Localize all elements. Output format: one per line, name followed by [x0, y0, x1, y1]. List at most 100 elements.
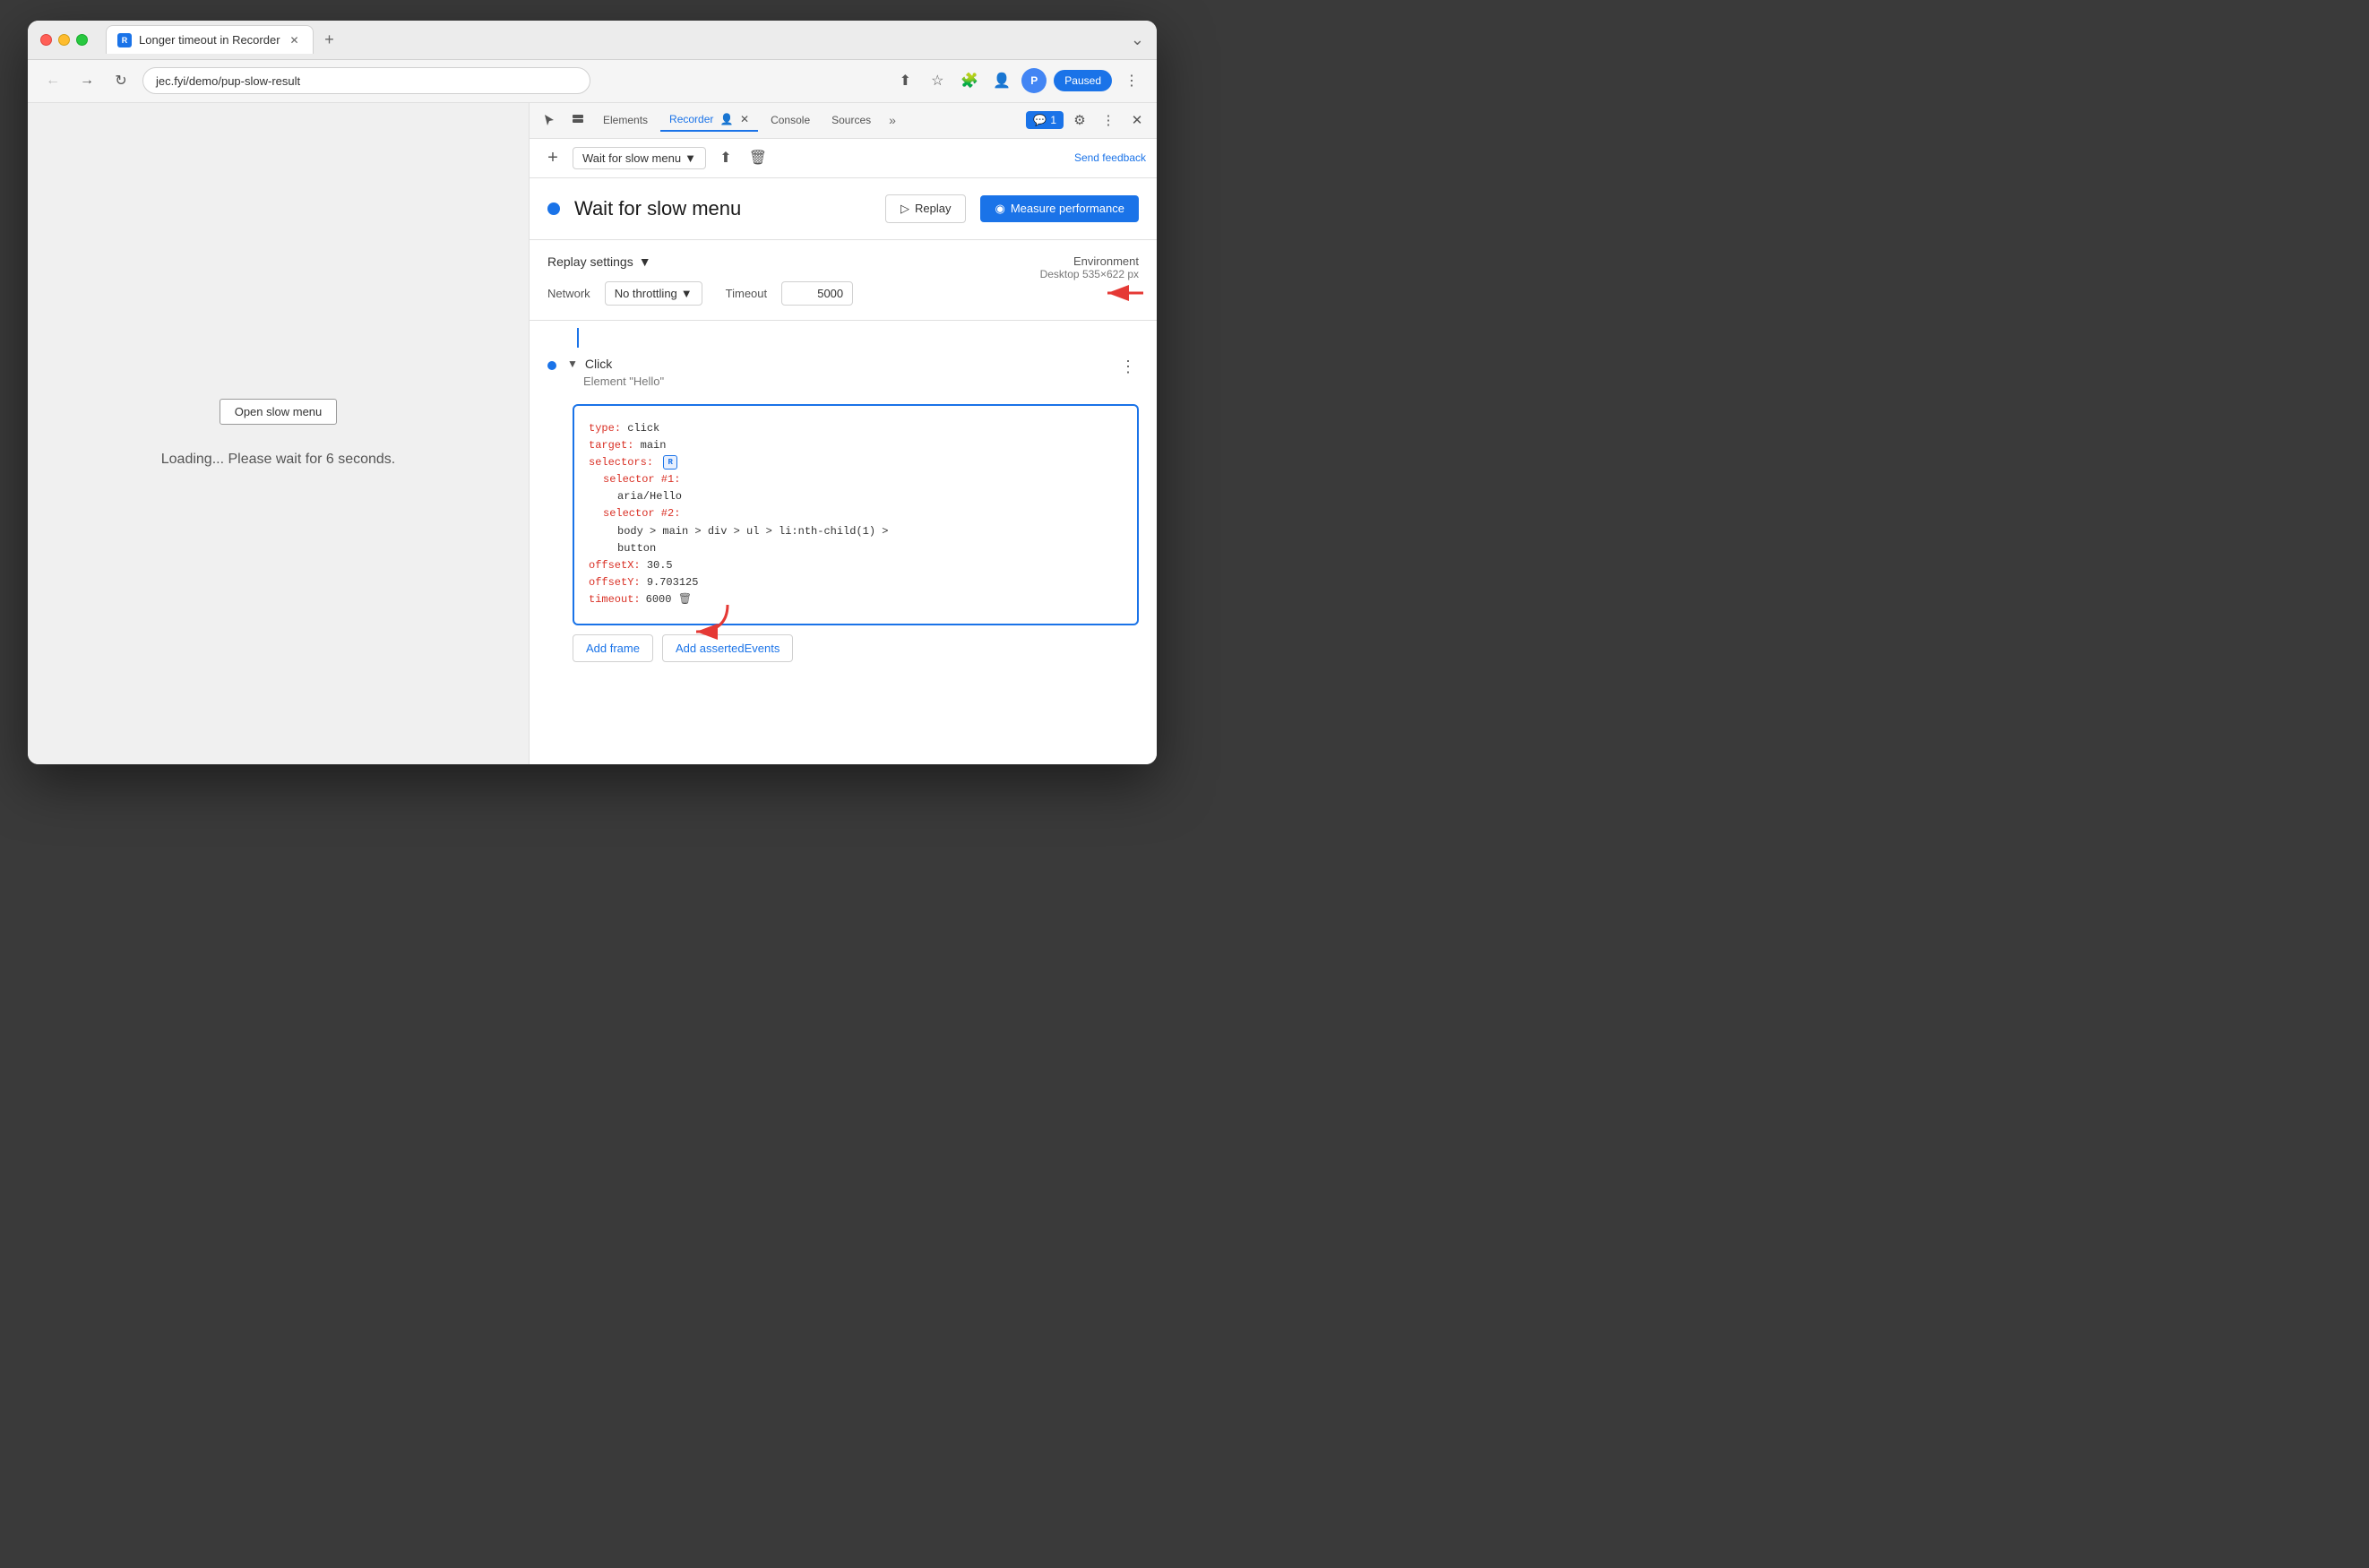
code-target-val: main	[641, 439, 667, 452]
network-chevron-icon: ▼	[681, 287, 693, 300]
layers-icon[interactable]	[565, 108, 590, 133]
recording-header: Wait for slow menu ▷ Replay ◉ Measure pe…	[530, 178, 1157, 240]
back-button[interactable]: ←	[40, 68, 65, 93]
code-selector2-key: selector #2:	[603, 507, 680, 520]
code-offsetx-key: offsetX:	[589, 559, 641, 572]
chevron-down-icon: ▼	[685, 151, 696, 165]
upload-icon[interactable]: ⬆	[713, 145, 738, 170]
window-chevron[interactable]: ⌄	[1131, 30, 1144, 49]
trash-icon[interactable]: 🗑	[745, 145, 771, 170]
code-block: type: click target: main selectors: R se…	[573, 404, 1139, 625]
devtools-tabs: Elements Recorder 👤 ✕ Console Sources » …	[530, 103, 1157, 139]
code-selector1-val: aria/Hello	[617, 490, 682, 503]
measure-performance-button[interactable]: ◉ Measure performance	[980, 195, 1139, 222]
step-content: ▼ Click Element "Hello"	[567, 357, 1107, 388]
code-offsetx-val: 30.5	[647, 559, 673, 572]
tab-console[interactable]: Console	[762, 109, 819, 131]
devtools-panel: Elements Recorder 👤 ✕ Console Sources » …	[530, 103, 1157, 764]
chat-badge[interactable]: 💬 1	[1026, 111, 1064, 129]
refresh-button[interactable]: ↻	[108, 68, 134, 93]
step-dot	[547, 361, 556, 370]
recording-title: Wait for slow menu	[574, 197, 871, 220]
address-icons: ⬆ ☆ 🧩 👤 P Paused ⋮	[892, 68, 1144, 93]
recording-indicator	[547, 202, 560, 215]
send-feedback-link[interactable]: Send feedback	[1074, 151, 1146, 164]
code-type-val: click	[627, 422, 659, 435]
title-bar: R Longer timeout in Recorder ✕ + ⌄	[28, 21, 1157, 60]
traffic-lights	[40, 34, 88, 46]
browser-more-button[interactable]: ⋮	[1119, 68, 1144, 93]
tab-favicon: R	[117, 33, 132, 47]
code-actions: Add frame Add assertedEvents	[573, 634, 1139, 662]
network-throttling-select[interactable]: No throttling ▼	[605, 281, 702, 306]
devtools-tab-actions: 💬 1 ⚙ ⋮ ✕	[1026, 108, 1150, 133]
address-input[interactable]: jec.fyi/demo/pup-slow-result	[142, 67, 590, 94]
tab-sources[interactable]: Sources	[823, 109, 880, 131]
code-timeout-val: 6000	[646, 591, 672, 608]
tab-title: Longer timeout in Recorder	[139, 33, 280, 47]
settings-row: Network No throttling ▼ Timeout	[547, 281, 1139, 306]
main-content: Open slow menu Loading... Please wait fo…	[28, 103, 1157, 764]
network-label: Network	[547, 287, 590, 300]
code-timeout-key: timeout:	[589, 591, 641, 608]
selector-recorder-icon[interactable]: R	[663, 455, 677, 470]
minimize-traffic-light[interactable]	[58, 34, 70, 46]
active-tab[interactable]: R Longer timeout in Recorder ✕	[106, 25, 314, 54]
timeout-input[interactable]	[781, 281, 853, 306]
play-icon: ▷	[900, 202, 909, 216]
profile-icon[interactable]: 👤	[989, 68, 1014, 93]
loading-text: Loading... Please wait for 6 seconds.	[161, 452, 396, 468]
tab-elements[interactable]: Elements	[594, 109, 657, 131]
steps-area[interactable]: ▼ Click Element "Hello" ⋮ typ	[530, 321, 1157, 764]
gauge-icon: ◉	[995, 202, 1004, 216]
code-selectors-key: selectors:	[589, 456, 653, 469]
devtools-more-button[interactable]: ⋮	[1096, 108, 1121, 133]
settings-chevron-icon: ▼	[639, 254, 651, 269]
step-description: Element "Hello"	[567, 375, 1107, 388]
avatar[interactable]: P	[1021, 68, 1047, 93]
step-menu-button[interactable]: ⋮	[1117, 357, 1139, 378]
code-offsety-key: offsetY:	[589, 576, 641, 589]
maximize-traffic-light[interactable]	[76, 34, 88, 46]
tab-recorder[interactable]: Recorder 👤 ✕	[660, 108, 758, 132]
recorder-toolbar: + Wait for slow menu ▼ ⬆ 🗑 Send feedback	[530, 139, 1157, 178]
browser-page: Open slow menu Loading... Please wait fo…	[28, 103, 530, 764]
code-selector2-val2: button	[617, 542, 656, 555]
tab-bar: R Longer timeout in Recorder ✕ +	[106, 25, 1124, 54]
code-selector1-key: selector #1:	[603, 473, 680, 486]
code-type-key: type:	[589, 422, 621, 435]
recording-name-select[interactable]: Wait for slow menu ▼	[573, 147, 706, 169]
step-type: Click	[585, 357, 612, 371]
new-tab-button[interactable]: +	[317, 27, 342, 52]
replay-settings-header[interactable]: Replay settings ▼	[547, 254, 651, 269]
connector-line	[577, 328, 579, 348]
address-bar: ← → ↻ jec.fyi/demo/pup-slow-result ⬆ ☆ 🧩…	[28, 60, 1157, 103]
close-traffic-light[interactable]	[40, 34, 52, 46]
open-slow-menu-button[interactable]: Open slow menu	[220, 399, 338, 425]
code-target-key: target:	[589, 439, 633, 452]
forward-button[interactable]: →	[74, 68, 99, 93]
step-header: ▼ Click	[567, 357, 1107, 371]
code-offsety-val: 9.703125	[647, 576, 699, 589]
step-item: ▼ Click Element "Hello" ⋮	[530, 348, 1157, 397]
replay-settings: Replay settings ▼ Environment Desktop 53…	[530, 240, 1157, 321]
share-icon[interactable]: ⬆	[892, 68, 917, 93]
timeout-label: Timeout	[726, 287, 767, 300]
add-recording-button[interactable]: +	[540, 145, 565, 170]
step-expand-icon[interactable]: ▼	[567, 358, 578, 370]
devtools-close-button[interactable]: ✕	[1124, 108, 1150, 133]
environment-label: Environment	[1040, 254, 1139, 268]
settings-icon[interactable]: ⚙	[1067, 108, 1092, 133]
replay-button[interactable]: ▷ Replay	[885, 194, 966, 223]
bookmark-icon[interactable]: ☆	[925, 68, 950, 93]
tab-close-button[interactable]: ✕	[288, 33, 302, 47]
paused-button[interactable]: Paused	[1054, 70, 1112, 91]
more-tabs-button[interactable]: »	[883, 109, 901, 131]
add-frame-button[interactable]: Add frame	[573, 634, 653, 662]
red-arrow-1	[1098, 275, 1152, 311]
connector-area	[530, 328, 1157, 348]
code-selector2-val1: body > main > div > ul > li:nth-child(1)…	[617, 525, 888, 538]
extension-icon[interactable]: 🧩	[957, 68, 982, 93]
cursor-tool-icon[interactable]	[537, 108, 562, 133]
red-arrow-2	[678, 596, 741, 641]
